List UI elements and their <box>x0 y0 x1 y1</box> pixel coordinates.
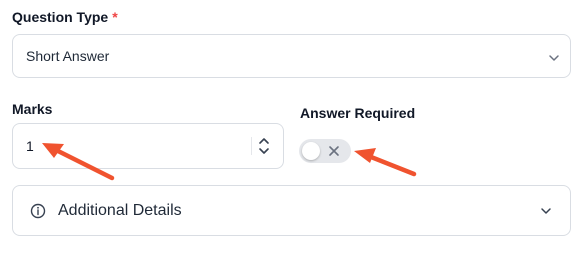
question-type-select[interactable]: Short Answer <box>12 34 571 78</box>
question-type-label-text: Question Type <box>12 9 109 25</box>
answer-required-toggle[interactable] <box>299 139 351 163</box>
annotation-arrow-toggle <box>354 148 417 177</box>
marks-input[interactable]: 1 <box>12 123 284 169</box>
additional-details-title: Additional Details <box>58 202 182 219</box>
stepper-icon[interactable] <box>257 135 271 157</box>
question-type-value: Short Answer <box>26 48 110 64</box>
toggle-knob <box>302 142 320 160</box>
info-icon <box>30 203 46 219</box>
question-type-label: Question Type * <box>12 9 118 25</box>
chevron-down-icon <box>541 208 551 214</box>
stepper-divider <box>251 137 252 155</box>
chevron-down-icon <box>549 55 559 61</box>
marks-label: Marks <box>12 101 53 117</box>
marks-value: 1 <box>26 138 34 154</box>
required-star: * <box>112 9 118 25</box>
additional-details-accordion[interactable]: Additional Details <box>12 185 571 236</box>
answer-required-label: Answer Required <box>300 105 416 121</box>
x-icon <box>329 146 339 156</box>
